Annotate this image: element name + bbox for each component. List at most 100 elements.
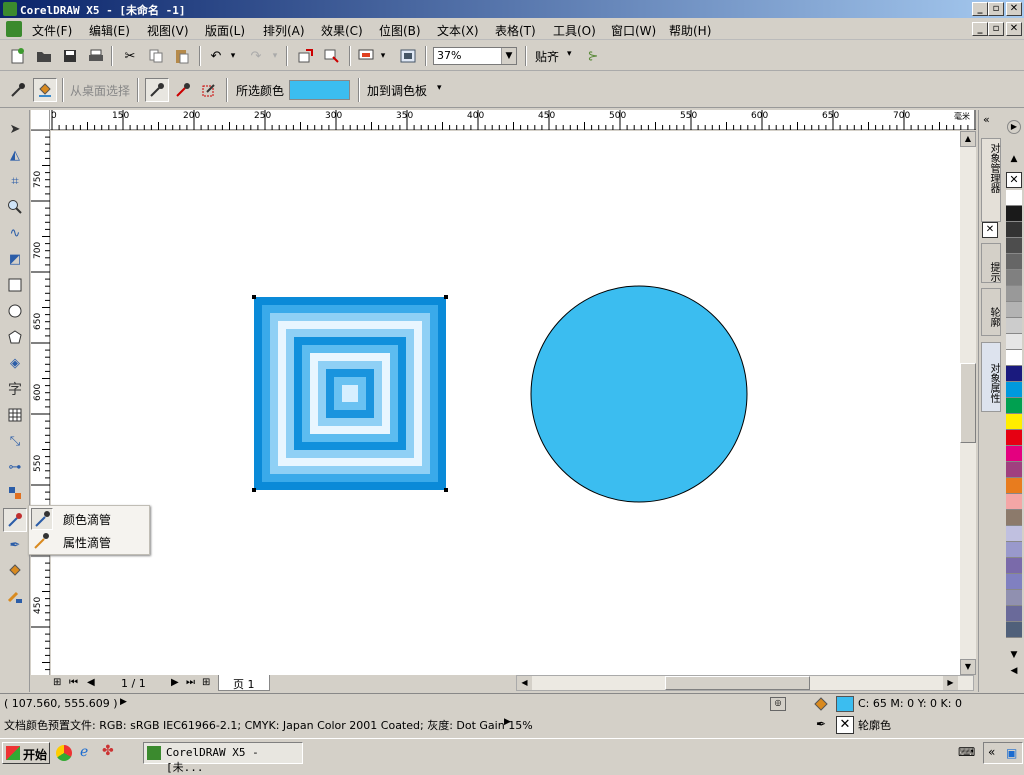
color-swatch[interactable]	[1006, 382, 1022, 398]
chevron-down-icon[interactable]: ▼	[501, 48, 516, 64]
maximize-button[interactable]: ▫	[988, 2, 1004, 16]
docker-tab-object-properties[interactable]: 对象属性	[981, 342, 1001, 412]
page-tab[interactable]: 页 1	[218, 675, 270, 691]
export-icon[interactable]	[321, 45, 343, 67]
color-swatch[interactable]	[1006, 574, 1022, 590]
eyedropper-icon[interactable]	[7, 79, 29, 101]
chrome-icon[interactable]	[56, 745, 72, 761]
scroll-up-icon[interactable]: ▲	[960, 131, 976, 147]
zoom-tool-icon[interactable]	[4, 196, 26, 218]
vertical-ruler[interactable]: 750 700 650 600 550 500 450	[31, 130, 50, 675]
attribute-eyedropper-icon[interactable]	[31, 531, 53, 553]
palette-down-icon[interactable]: ▼	[1006, 650, 1022, 662]
menu-table[interactable]: 表格(T)	[495, 22, 536, 39]
color-swatch[interactable]	[1006, 286, 1022, 302]
ruler-origin[interactable]	[31, 110, 50, 130]
interactive-fill-tool-icon[interactable]	[4, 586, 26, 608]
color-swatch[interactable]	[1006, 222, 1022, 238]
menu-effects[interactable]: 效果(C)	[321, 22, 363, 39]
save-icon[interactable]	[59, 45, 81, 67]
color-swatch[interactable]	[1006, 318, 1022, 334]
menu-text[interactable]: 文本(X)	[437, 22, 479, 39]
cut-icon[interactable]: ✂	[119, 45, 141, 67]
docker-tab-object-manager[interactable]: 对象管理器	[981, 138, 1001, 222]
blend-tool-icon[interactable]	[4, 482, 26, 504]
smart-fill-tool-icon[interactable]: ◩	[4, 248, 26, 270]
add-page-icon[interactable]: ⊞	[53, 677, 61, 688]
ie-icon[interactable]: ℯ	[80, 744, 88, 760]
basic-shapes-tool-icon[interactable]: ◈	[4, 352, 26, 374]
palette-up-icon[interactable]: ▲	[1006, 154, 1022, 168]
crop-tool-icon[interactable]: ⌗	[4, 170, 26, 192]
launcher-dropdown-icon[interactable]: ▾	[377, 45, 389, 67]
color-swatch[interactable]	[1006, 558, 1022, 574]
color-swatch[interactable]	[1006, 366, 1022, 382]
quicklaunch-app-icon[interactable]: ✤	[102, 743, 114, 759]
scroll-left-icon[interactable]: ◀	[517, 676, 532, 690]
color-swatch[interactable]	[1006, 206, 1022, 222]
horizontal-scroll-thumb[interactable]	[665, 676, 810, 690]
outline-none-swatch[interactable]: ✕	[836, 716, 854, 734]
docker-tab-hints[interactable]: 提示	[981, 243, 1001, 283]
profile-expand-icon[interactable]: ▶	[504, 717, 511, 727]
close-docker-icon[interactable]: ✕	[982, 222, 998, 238]
menu-file[interactable]: 文件(F)	[32, 22, 72, 39]
scroll-right-icon[interactable]: ▶	[943, 676, 958, 690]
application-launcher-icon[interactable]	[355, 45, 377, 67]
menu-arrange[interactable]: 排列(A)	[263, 22, 305, 39]
color-swatch[interactable]	[1006, 542, 1022, 558]
close-button[interactable]: ✕	[1006, 2, 1022, 16]
color-swatch[interactable]	[1006, 606, 1022, 622]
paste-icon[interactable]	[171, 45, 193, 67]
redo-dropdown-icon[interactable]: ▾	[269, 45, 281, 67]
menu-edit[interactable]: 编辑(E)	[89, 22, 130, 39]
menu-layout[interactable]: 版面(L)	[205, 22, 245, 39]
snap-dropdown-icon[interactable]: ▾	[567, 49, 572, 59]
add-to-palette-button[interactable]: 加到调色板	[367, 82, 427, 99]
scroll-down-icon[interactable]: ▼	[960, 659, 976, 675]
color-swatch[interactable]	[1006, 238, 1022, 254]
shape-tool-icon[interactable]: ◭	[4, 144, 26, 166]
color-swatch[interactable]	[1006, 478, 1022, 494]
color-swatch[interactable]	[1006, 350, 1022, 366]
palette-expand-icon[interactable]: ◀	[1006, 666, 1022, 678]
redo-icon[interactable]: ↷	[245, 45, 267, 67]
menu-window[interactable]: 窗口(W)	[611, 22, 656, 39]
connector-tool-icon[interactable]: ⊶	[4, 456, 26, 478]
color-swatch[interactable]	[1006, 398, 1022, 414]
docker-tab-outline[interactable]: 轮廓	[981, 288, 1001, 336]
options-icon[interactable]: ⊱	[582, 45, 604, 67]
eyedropper-tool-icon[interactable]	[3, 508, 27, 532]
fill-tool-icon[interactable]	[4, 560, 26, 582]
menu-bitmaps[interactable]: 位图(B)	[379, 22, 421, 39]
circle-object[interactable]	[530, 285, 748, 503]
color-eyedropper-item[interactable]: 颜色滴管	[63, 511, 111, 528]
welcome-screen-icon[interactable]	[397, 45, 419, 67]
coords-expand-icon[interactable]: ▶	[120, 697, 127, 707]
polygon-tool-icon[interactable]	[4, 326, 26, 348]
outline-tool-icon[interactable]: ✒	[4, 534, 26, 556]
add-to-palette-dropdown-icon[interactable]: ▾	[437, 83, 442, 93]
prev-page-icon[interactable]: ◀	[87, 677, 95, 688]
minimize-button[interactable]: _	[972, 2, 988, 16]
color-swatch[interactable]	[1006, 334, 1022, 350]
doc-restore-button[interactable]: ▫	[988, 22, 1004, 36]
copy-icon[interactable]	[145, 45, 167, 67]
sample-1x1-icon[interactable]	[145, 78, 169, 102]
square-gradient-object[interactable]	[254, 297, 446, 490]
keyboard-icon[interactable]: ⌨	[958, 745, 975, 759]
first-page-icon[interactable]: ⏮	[69, 677, 78, 688]
attribute-eyedropper-item[interactable]: 属性滴管	[63, 534, 111, 551]
color-swatch[interactable]	[1006, 622, 1022, 638]
fill-color-swatch[interactable]	[836, 696, 854, 712]
color-swatch[interactable]	[1006, 526, 1022, 542]
snap-to-button[interactable]: 贴齐	[535, 48, 559, 65]
start-button[interactable]: 开始	[2, 742, 50, 764]
dimension-tool-icon[interactable]: ⤡	[4, 430, 26, 452]
color-eyedropper-icon[interactable]	[31, 508, 53, 530]
no-color-swatch[interactable]: ✕	[1006, 172, 1022, 188]
fill-bucket-icon[interactable]	[33, 78, 57, 102]
sample-2x2-icon[interactable]	[172, 79, 194, 101]
open-icon[interactable]	[33, 45, 55, 67]
color-swatch[interactable]	[1006, 510, 1022, 526]
